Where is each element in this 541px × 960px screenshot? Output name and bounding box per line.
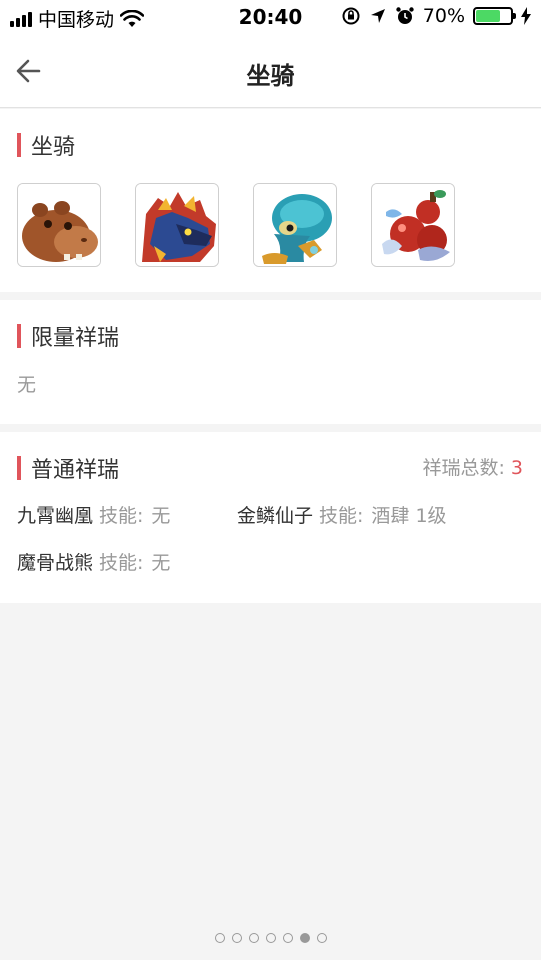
limited-empty-text: 无 bbox=[17, 374, 37, 396]
rotation-lock-icon bbox=[342, 7, 360, 25]
charging-bolt-icon bbox=[521, 7, 531, 25]
mounts-section-header: 坐骑 bbox=[17, 129, 75, 161]
location-icon bbox=[370, 9, 385, 23]
list-item: 魔骨战熊 技能: 无 bbox=[17, 548, 170, 575]
mount-tile-gourd[interactable] bbox=[371, 183, 455, 267]
item-name: 九霄幽凰 bbox=[17, 505, 94, 527]
turtle-mount-icon bbox=[254, 184, 336, 266]
gourd-mount-icon bbox=[372, 184, 454, 266]
status-bar: 中国移动 20:40 70% bbox=[0, 0, 541, 34]
mount-tile-dragon[interactable] bbox=[135, 183, 219, 267]
page-dot[interactable] bbox=[231, 933, 242, 943]
list-item: 金鳞仙子 技能: 酒肆 1级 bbox=[237, 501, 447, 528]
item-skill-label: 技能: bbox=[99, 505, 144, 527]
item-skill-value: 无 bbox=[151, 505, 171, 527]
page-dot[interactable] bbox=[316, 933, 327, 943]
dragon-mount-icon bbox=[136, 184, 218, 266]
normal-section-title: 普通祥瑞 bbox=[31, 458, 120, 483]
section-accent-bar bbox=[17, 456, 21, 480]
page-dot[interactable] bbox=[248, 933, 259, 943]
mounts-section-title: 坐骑 bbox=[31, 135, 76, 160]
page-title: 坐骑 bbox=[246, 62, 295, 90]
battery-percent: 70% bbox=[422, 5, 465, 27]
item-skill-label: 技能: bbox=[99, 552, 144, 574]
hippo-mount-icon bbox=[18, 184, 100, 266]
total-count: 祥瑞总数: 3 bbox=[423, 453, 524, 480]
item-skill-value: 无 bbox=[151, 552, 171, 574]
page-dot[interactable] bbox=[265, 933, 276, 943]
limited-section: 限量祥瑞 无 bbox=[0, 300, 541, 424]
section-accent-bar bbox=[17, 324, 21, 348]
page-dot[interactable] bbox=[282, 933, 293, 943]
battery-icon bbox=[473, 7, 516, 25]
battery-fill bbox=[476, 10, 500, 22]
page-dot[interactable] bbox=[214, 933, 225, 943]
nav-bar: 坐骑 bbox=[0, 34, 541, 108]
limited-section-title: 限量祥瑞 bbox=[31, 326, 120, 351]
status-right: 70% bbox=[341, 5, 531, 27]
mount-tile-turtle[interactable] bbox=[253, 183, 337, 267]
limited-section-header: 限量祥瑞 bbox=[17, 320, 119, 352]
section-accent-bar bbox=[17, 133, 21, 157]
mount-tile-hippo[interactable] bbox=[17, 183, 101, 267]
normal-section: 普通祥瑞 祥瑞总数: 3 九霄幽凰 技能: 无 金鳞仙子 技能: 酒肆 1级 魔骨战熊 技能… bbox=[0, 432, 541, 603]
mounts-section: 坐骑 bbox=[0, 109, 541, 292]
total-count-value: 3 bbox=[510, 457, 523, 479]
item-name: 魔骨战熊 bbox=[17, 552, 94, 574]
item-skill-value: 酒肆 1级 bbox=[371, 505, 447, 527]
normal-section-header: 普通祥瑞 bbox=[17, 452, 119, 484]
page-indicator bbox=[0, 933, 541, 943]
page-dot-active[interactable] bbox=[299, 933, 310, 943]
total-count-label: 祥瑞总数: bbox=[422, 457, 505, 479]
list-item: 九霄幽凰 技能: 无 bbox=[17, 501, 170, 528]
item-skill-label: 技能: bbox=[319, 505, 364, 527]
alarm-icon bbox=[396, 7, 414, 24]
item-name: 金鳞仙子 bbox=[237, 505, 314, 527]
